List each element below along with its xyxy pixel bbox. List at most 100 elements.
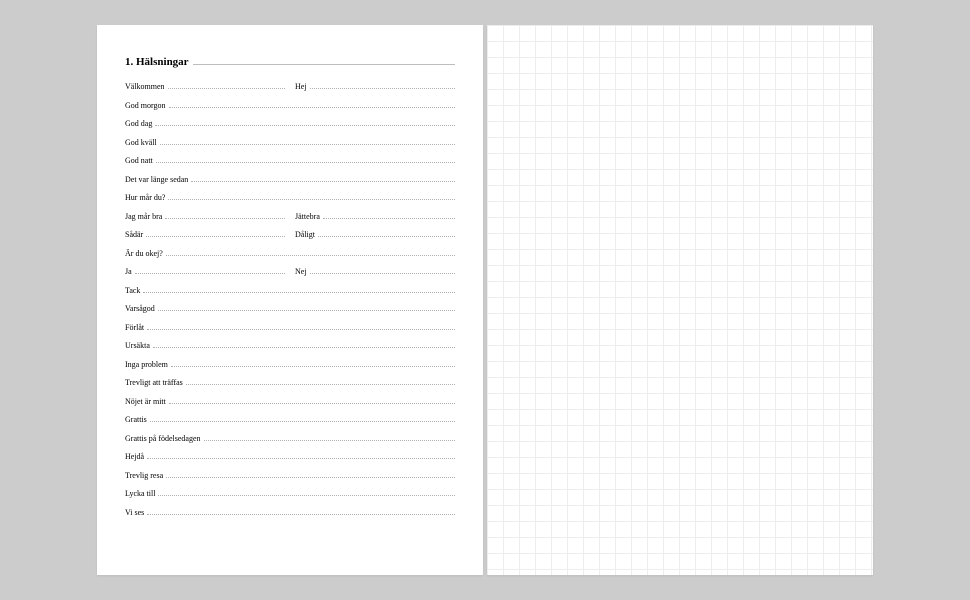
dotted-fill <box>147 452 455 459</box>
vocab-cell: Hur mår du? <box>125 193 455 202</box>
vocab-cell: Det var länge sedan <box>125 175 455 184</box>
dotted-fill <box>168 193 455 200</box>
dotted-fill <box>156 156 455 163</box>
vocab-cell: Nöjet är mitt <box>125 397 455 406</box>
vocabulary-list: VälkommenHej God morgon God dag God kväll Go… <box>125 82 455 517</box>
vocab-term: Tack <box>125 286 143 295</box>
dotted-fill <box>143 286 455 293</box>
dotted-fill <box>147 323 455 330</box>
vocab-cell: Trevlig resa <box>125 471 455 480</box>
vocab-row: Är du okej? <box>125 249 455 258</box>
vocab-cell: Trevligt att träffas <box>125 378 455 387</box>
vocab-row: Inga problem <box>125 360 455 369</box>
vocab-term: Hejdå <box>125 452 147 461</box>
vocab-cell: Sådär <box>125 230 285 239</box>
vocab-row: Jag mår bra Jättebra <box>125 212 455 221</box>
dotted-fill <box>318 230 455 237</box>
vocab-row: Grattis på födelsedagen <box>125 434 455 443</box>
vocab-cell: Är du okej? <box>125 249 455 258</box>
vocab-cell: Grattis på födelsedagen <box>125 434 455 443</box>
vocab-cell: Tack <box>125 286 455 295</box>
vocab-cell: God morgon <box>125 101 455 110</box>
vocab-row: God morgon <box>125 101 455 110</box>
page-left: 1. Hälsningar VälkommenHej God morgon God … <box>97 25 483 575</box>
vocab-cell: Varsågod <box>125 304 455 313</box>
vocab-row: Trevligt att träffas <box>125 378 455 387</box>
section-title: 1. Hälsningar <box>125 56 189 68</box>
vocab-term: Trevligt att träffas <box>125 378 186 387</box>
vocab-cell: Ja <box>125 267 285 276</box>
dotted-fill <box>166 249 455 256</box>
vocab-term: Nej <box>295 267 310 276</box>
vocab-cell: Jag mår bra <box>125 212 285 221</box>
vocab-cell: Förlåt <box>125 323 455 332</box>
vocab-row: Lycka till <box>125 489 455 498</box>
vocab-row: Hur mår du? <box>125 193 455 202</box>
vocab-term: Välkommen <box>125 82 168 91</box>
vocab-cell: Lycka till <box>125 489 455 498</box>
vocab-cell: God kväll <box>125 138 455 147</box>
vocab-row: Nöjet är mitt <box>125 397 455 406</box>
vocab-term: God dag <box>125 119 155 128</box>
vocab-row: Ja Nej <box>125 267 455 276</box>
dotted-fill <box>135 267 285 274</box>
vocab-cell: Ursäkta <box>125 341 455 350</box>
title-underline <box>193 55 455 65</box>
dotted-fill <box>191 175 455 182</box>
page-right-grid <box>487 25 873 575</box>
vocab-row: Sådär Dåligt <box>125 230 455 239</box>
dotted-fill <box>171 360 455 367</box>
vocab-cell: Välkommen <box>125 82 285 91</box>
vocab-cell: Dåligt <box>295 230 455 239</box>
title-row: 1. Hälsningar <box>125 55 455 68</box>
dotted-fill <box>150 415 455 422</box>
vocab-cell: Hejdå <box>125 452 455 461</box>
vocab-row: Ursäkta <box>125 341 455 350</box>
vocab-term: Nöjet är mitt <box>125 397 169 406</box>
dotted-fill <box>310 82 455 89</box>
vocab-row: Det var länge sedan <box>125 175 455 184</box>
vocab-row: God dag <box>125 119 455 128</box>
vocab-term: Grattis på födelsedagen <box>125 434 204 443</box>
vocab-term: Det var länge sedan <box>125 175 191 184</box>
vocab-cell: God dag <box>125 119 455 128</box>
vocab-term: Sådär <box>125 230 146 239</box>
vocab-term: Trevlig resa <box>125 471 166 480</box>
vocab-row: Förlåt <box>125 323 455 332</box>
vocab-term: Vi ses <box>125 508 147 517</box>
dotted-fill <box>146 230 285 237</box>
vocab-term: Hur mår du? <box>125 193 168 202</box>
vocab-term: God natt <box>125 156 156 165</box>
vocab-row: God natt <box>125 156 455 165</box>
vocab-term: God kväll <box>125 138 160 147</box>
dotted-fill <box>168 82 285 89</box>
dotted-fill <box>165 212 285 219</box>
vocab-term: Inga problem <box>125 360 171 369</box>
vocab-cell: Vi ses <box>125 508 455 517</box>
vocab-term: Dåligt <box>295 230 318 239</box>
dotted-fill <box>310 267 455 274</box>
vocab-cell: God natt <box>125 156 455 165</box>
vocab-term: Jättebra <box>295 212 323 221</box>
dotted-fill <box>160 138 455 145</box>
dotted-fill <box>323 212 455 219</box>
vocab-cell: Grattis <box>125 415 455 424</box>
dotted-fill <box>186 378 455 385</box>
dotted-fill <box>169 397 455 404</box>
dotted-fill <box>158 489 455 496</box>
vocab-row: VälkommenHej <box>125 82 455 91</box>
vocab-row: Tack <box>125 286 455 295</box>
vocab-row: Hejdå <box>125 452 455 461</box>
vocab-row: Varsågod <box>125 304 455 313</box>
dotted-fill <box>153 341 455 348</box>
vocab-term: Ursäkta <box>125 341 153 350</box>
vocab-term: Förlåt <box>125 323 147 332</box>
vocab-row: Trevlig resa <box>125 471 455 480</box>
vocab-term: Ja <box>125 267 135 276</box>
vocab-cell: Nej <box>295 267 455 276</box>
page-spread: 1. Hälsningar VälkommenHej God morgon God … <box>97 25 873 575</box>
vocab-row: Grattis <box>125 415 455 424</box>
dotted-fill <box>166 471 455 478</box>
dotted-fill <box>204 434 455 441</box>
dotted-fill <box>158 304 455 311</box>
